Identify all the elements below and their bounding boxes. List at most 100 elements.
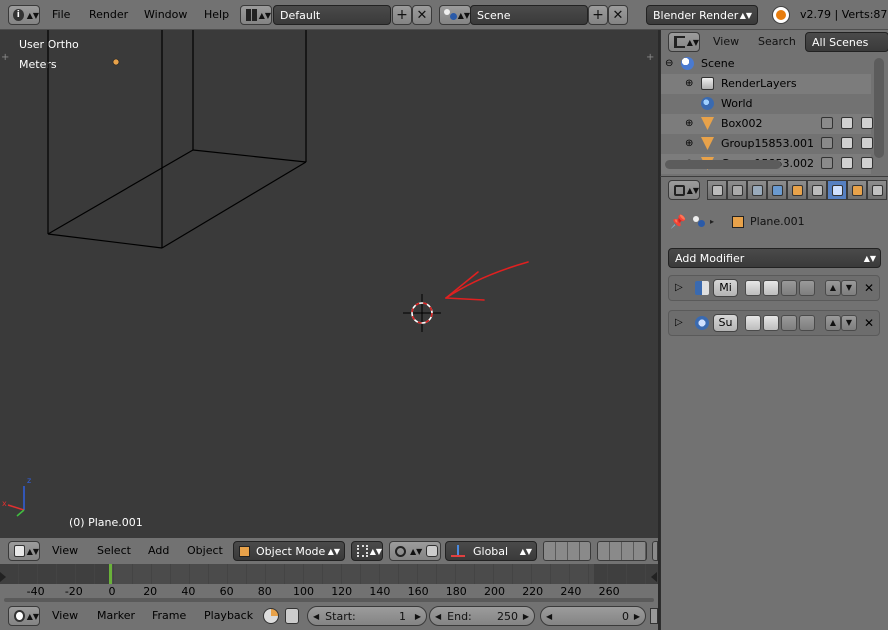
render-toggle-icon[interactable] [745, 315, 761, 331]
menu-frame[interactable]: Frame [152, 609, 186, 623]
menu-marker[interactable]: Marker [97, 609, 135, 623]
timeline-area[interactable]: -40 -20 0 20 40 60 80 100 120 140 160 180 200 220 240 2… [0, 564, 658, 602]
move-up-icon[interactable]: ▲ [825, 280, 841, 296]
restrict-render-icon[interactable] [861, 117, 873, 129]
modifier-name-field[interactable]: Mi [713, 279, 738, 297]
render-tab-button[interactable] [707, 180, 727, 200]
scene-name-field[interactable]: Scene [470, 5, 588, 25]
display-mode-dropdown[interactable]: All Scenes [805, 32, 888, 52]
menu-object[interactable]: Object [187, 544, 223, 558]
expand-toggle-icon[interactable]: ⊖ [665, 57, 673, 71]
expand-toggle-icon[interactable]: ⊕ [685, 117, 693, 131]
render-layers-tab-button[interactable] [727, 180, 747, 200]
data-tab-button[interactable] [847, 180, 867, 200]
menu-view[interactable]: View [52, 609, 78, 623]
transform-orientation-dropdown[interactable]: Global ▲▼ [445, 541, 537, 561]
playback-controls-overflow[interactable] [650, 608, 658, 624]
realtime-toggle-icon[interactable] [763, 315, 779, 331]
menu-help[interactable]: Help [204, 8, 229, 22]
menu-render[interactable]: Render [89, 8, 128, 22]
render-toggle-icon[interactable] [745, 280, 761, 296]
outliner-item[interactable]: World [661, 94, 871, 114]
menu-add[interactable]: Add [148, 544, 169, 558]
layer-buttons[interactable] [543, 541, 591, 561]
editor-type-outliner-button[interactable]: ▲▼ [668, 32, 700, 52]
screen-layout-selector[interactable]: ▲▼ [240, 5, 272, 25]
editor-type-timeline-button[interactable]: ▲▼ [8, 606, 40, 626]
delete-scene-button[interactable]: ✕ [608, 5, 628, 25]
editmode-toggle-icon[interactable] [781, 315, 797, 331]
modifiers-tab-button[interactable] [827, 180, 847, 200]
move-up-icon[interactable]: ▲ [825, 315, 841, 331]
add-screen-button[interactable]: + [392, 5, 412, 25]
outliner-hscrollbar[interactable] [665, 160, 781, 169]
realtime-toggle-icon[interactable] [763, 280, 779, 296]
outliner-menu-search[interactable]: Search [758, 35, 796, 49]
editmode-toggle-icon[interactable] [781, 280, 797, 296]
box-wireframe[interactable] [47, 30, 307, 249]
expand-toggle-icon[interactable]: ⊕ [685, 77, 693, 91]
modifier-panel[interactable]: ▷ Su ▲ ▼ ✕ [668, 310, 880, 336]
timeline-left-handle[interactable] [0, 572, 6, 582]
outliner-item[interactable]: ⊕ Box002 [661, 114, 873, 134]
viewport-shading-dropdown[interactable]: ▲▼ [351, 541, 383, 561]
current-frame-marker[interactable] [109, 564, 112, 584]
material-tab-button[interactable] [867, 180, 887, 200]
object-tab-button[interactable] [787, 180, 807, 200]
move-down-icon[interactable]: ▼ [841, 280, 857, 296]
outliner-item[interactable]: ⊖ Scene [661, 54, 871, 74]
add-modifier-dropdown[interactable]: Add Modifier ▲▼ [668, 248, 881, 268]
restrict-select-icon[interactable] [841, 137, 853, 149]
remove-modifier-icon[interactable]: ✕ [864, 316, 874, 330]
menu-select[interactable]: Select [97, 544, 131, 558]
restrict-render-icon[interactable] [861, 137, 873, 149]
menu-window[interactable]: Window [144, 8, 187, 22]
outliner-vscrollbar[interactable] [874, 58, 884, 158]
expand-arrow-icon[interactable]: ▷ [675, 281, 683, 295]
end-frame-field[interactable]: ◀ End: 250 ▶ [429, 606, 535, 626]
outliner-panel[interactable]: ▲▼ View Search All Scenes ⊖ Scene ⊕ RenderL… [660, 30, 888, 176]
outliner-menu-view[interactable]: View [713, 35, 739, 49]
remove-modifier-icon[interactable]: ✕ [864, 281, 874, 295]
screen-layout-name-field[interactable]: Default [273, 5, 391, 25]
restrict-view-icon[interactable] [821, 157, 833, 169]
cage-toggle-icon[interactable] [799, 315, 815, 331]
restrict-view-icon[interactable] [821, 117, 833, 129]
outliner-item[interactable]: ⊕ Group15853.001 [661, 134, 873, 154]
lock-icon[interactable] [285, 608, 299, 624]
world-tab-button[interactable] [767, 180, 787, 200]
start-frame-field[interactable]: ◀ Start: 1 ▶ [307, 606, 427, 626]
delete-screen-button[interactable]: ✕ [412, 5, 432, 25]
modifier-name-field[interactable]: Su [713, 314, 738, 332]
menu-view[interactable]: View [52, 544, 78, 558]
scene-tab-button[interactable] [747, 180, 767, 200]
modifier-panel[interactable]: ▷ Mi ▲ ▼ ✕ [668, 275, 880, 301]
outliner-item[interactable]: ⊕ RenderLayers [661, 74, 871, 94]
expand-toggle-icon[interactable]: ⊕ [685, 137, 693, 151]
scene-selector[interactable]: ▲▼ [439, 5, 471, 25]
render-engine-dropdown[interactable]: Blender Render ▲▼ [646, 5, 758, 25]
pivot-point-dropdown[interactable]: ▲▼ [389, 541, 441, 561]
mode-dropdown[interactable]: Object Mode ▲▼ [233, 541, 345, 561]
3d-viewport[interactable]: User Ortho Meters (0) Plane.001 + + z x [0, 30, 658, 538]
add-scene-button[interactable]: + [588, 5, 608, 25]
editor-type-info-button[interactable]: i ▲▼ [8, 5, 40, 25]
current-frame-field[interactable]: ◀ 0 ▶ [540, 606, 646, 626]
editor-type-properties-button[interactable]: ▲▼ [668, 180, 700, 200]
pin-icon[interactable]: 📌 [670, 215, 686, 230]
menu-file[interactable]: File [52, 8, 70, 22]
cage-toggle-icon[interactable] [799, 280, 815, 296]
restrict-select-icon[interactable] [841, 117, 853, 129]
menu-playback[interactable]: Playback [204, 609, 253, 623]
keying-set-icon[interactable] [263, 608, 279, 624]
properties-panel[interactable]: ▲▼ 📌 ▸ Plane.001 Add Modifier ▲▼ [660, 177, 888, 630]
move-down-icon[interactable]: ▼ [841, 315, 857, 331]
timeline-right-handle[interactable] [651, 572, 657, 582]
object-origin-dot[interactable] [112, 58, 120, 66]
editor-type-3d-button[interactable]: ▲▼ [8, 541, 40, 561]
constraints-tab-button[interactable] [807, 180, 827, 200]
restrict-view-icon[interactable] [821, 137, 833, 149]
layer-buttons-2[interactable] [597, 541, 647, 561]
3d-cursor-icon[interactable] [403, 294, 441, 332]
expand-arrow-icon[interactable]: ▷ [675, 316, 683, 330]
